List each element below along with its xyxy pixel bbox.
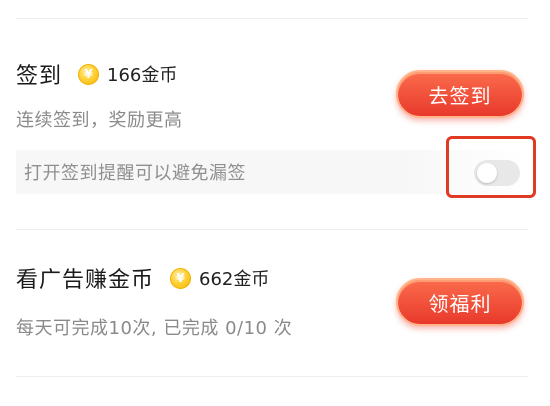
checkin-reward: 166金币 (107, 65, 178, 86)
task-center-page: 签到 ¥ 166金币 连续签到，奖励更高 去签到 打开签到提醒可以避免漏签 看广… (0, 0, 550, 406)
divider (16, 229, 528, 230)
ad-task-reward: 662金币 (199, 269, 270, 290)
ad-task-title: 看广告赚金币 (16, 268, 155, 293)
checkin-title: 签到 (16, 64, 63, 89)
coin-icon: ¥ (170, 267, 192, 289)
checkin-button[interactable]: 去签到 (396, 70, 524, 118)
divider (16, 376, 528, 377)
checkin-reminder-text: 打开签到提醒可以避免漏签 (24, 163, 246, 184)
toggle-highlight-box (446, 136, 536, 198)
ad-task-subtitle: 每天可完成10次, 已完成 0/10 次 (16, 318, 293, 339)
checkin-title-row: 签到 ¥ 166金币 (16, 56, 177, 92)
checkin-subtitle: 连续签到，奖励更高 (16, 110, 183, 131)
divider (16, 18, 528, 19)
coin-icon: ¥ (78, 63, 100, 85)
ad-task-card: 看广告赚金币 ¥ 662金币 每天可完成10次, 已完成 0/10 次 领福利 (16, 260, 528, 360)
ad-title-row: 看广告赚金币 ¥ 662金币 (16, 260, 269, 296)
claim-reward-button[interactable]: 领福利 (396, 278, 524, 326)
